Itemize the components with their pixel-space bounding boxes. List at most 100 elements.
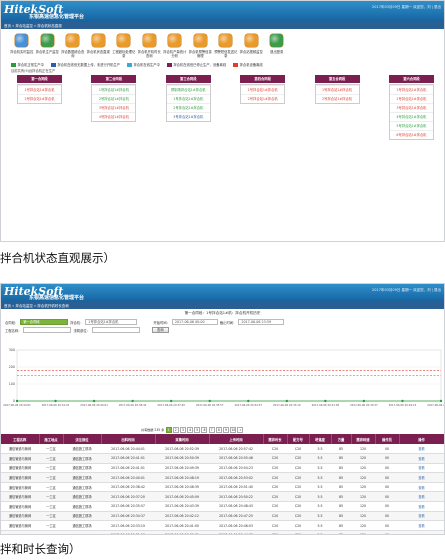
project-input[interactable] (23, 327, 72, 333)
mixer-item[interactable]: 1号拌合站1#拌合机 (315, 85, 359, 94)
page-button[interactable]: » (237, 427, 244, 433)
column-header[interactable]: 操作 (399, 434, 444, 444)
page-button[interactable]: 2 (172, 427, 179, 433)
column-header[interactable]: 配方号 (287, 434, 310, 444)
table-cell: 2017-06-06 20:39:39 (155, 530, 209, 534)
column-header[interactable]: 采集时间 (155, 434, 210, 444)
menu-item[interactable]: 拌合机开机时长查询 (137, 34, 163, 58)
table-row[interactable]: 通信管道与管网 一工区 通信施工现场 2017-06-06 20:33:19 2017-… (1, 520, 444, 531)
table-cell: 85 (331, 453, 351, 464)
query-button[interactable]: 查询 (151, 327, 169, 333)
mixer-item[interactable]: 1号拌合站1#拌合机 (92, 85, 136, 94)
column-header[interactable]: 搅拌转速 (351, 434, 376, 444)
page-button[interactable]: 3 (179, 427, 186, 433)
menu-item-label: 拌合机预警信息管理 (188, 50, 212, 58)
table-cell: 120 (351, 472, 375, 483)
table-row[interactable]: 通信管道与管网 一工区 通信施工现场 2017-06-06 20:41:01 2017-… (1, 453, 444, 464)
column-header[interactable]: 坍落度 (309, 434, 332, 444)
table-row[interactable]: 通信管道与管网一工区通信施工现场2017-06-06 20:31:562017-… (1, 530, 444, 534)
page-button[interactable]: 5 (194, 427, 201, 433)
mixer-item[interactable]: 2号拌合站1#拌合机 (166, 103, 210, 112)
menu-item[interactable]: 拌合机产量统计分析 (162, 34, 188, 58)
view-link[interactable]: 查看 (399, 472, 444, 483)
menu-item[interactable]: 工程超标处理记录 (111, 34, 137, 58)
view-link[interactable]: 查看 (399, 482, 444, 493)
breadcrumb-section[interactable]: 拌合站监控 (15, 24, 33, 28)
mixer-item[interactable]: 1号拌合站1#拌合机 (389, 85, 433, 94)
mixer-item[interactable]: 2号拌合站1#拌合机 (389, 94, 433, 103)
warning-icon (193, 34, 207, 47)
column-header[interactable]: 施工地点 (39, 434, 64, 444)
page-button[interactable]: 4 (187, 427, 194, 433)
user-info[interactable]: 2017年03月09日 星期一 欢迎您，刘 | 退出 (372, 5, 441, 10)
x-tick-label: 2017-06-06 20:30:37 (350, 403, 378, 407)
end-time-input[interactable]: 2017-06-06 23:59 (238, 319, 285, 325)
mixer-item[interactable]: 3号拌合站1#拌合机 (389, 103, 433, 112)
mixer-item[interactable]: 2号拌合站1#拌合机 (18, 94, 61, 103)
mixer-item[interactable]: 5号拌合站1#拌合机 (389, 121, 433, 130)
menu-item[interactable]: 拌合机生产监控 (35, 34, 61, 58)
mixer-item[interactable]: 1号拌合站1#拌合机 (18, 85, 61, 94)
page-button[interactable]: 7 (208, 427, 215, 433)
table-row[interactable]: 通信管道与管网 一工区 通信施工现场 2017-06-06 20:34:37 2017-… (1, 511, 444, 522)
breadcrumb-home[interactable]: 首页 (4, 304, 11, 308)
mixer-item[interactable]: 6号拌合站1#拌合机 (389, 130, 433, 139)
table-cell: C20 (263, 482, 287, 493)
page-button[interactable]: 10 (230, 427, 237, 433)
table-row[interactable]: 通信管道与管网 一工区 通信施工现场 2017-06-06 20:44:01 2017-… (1, 444, 444, 455)
mixer-item[interactable]: 1号拌合站1#拌合机 (241, 85, 285, 94)
table-row[interactable]: 通信管道与管网 一工区 通信施工现场 2017-06-06 20:37:20 2017-… (1, 491, 444, 503)
page-button[interactable]: 6 (201, 427, 208, 433)
menu-item[interactable]: 拌合站视频监控 (239, 34, 265, 58)
view-link[interactable]: 查看 (399, 491, 444, 503)
user-info[interactable]: 2017年03月09日 星期一 欢迎您，刘 | 退出 (372, 288, 441, 293)
view-link[interactable]: 查看 (399, 501, 444, 512)
section-select[interactable]: 第一合同段 (20, 319, 69, 325)
view-link[interactable]: 查看 (399, 453, 444, 464)
table-row[interactable]: 通信管道与管网 一工区 通信施工现场 2017-06-06 20:40:01 2017-… (1, 472, 444, 483)
table-row[interactable]: 通信管道与管网 一工区 通信施工现场 2017-06-06 20:41:01 2017-… (1, 463, 444, 474)
mixer-monitor-icon (15, 34, 29, 47)
mixer-item[interactable]: 4号拌合站1#拌合机 (389, 112, 433, 121)
column-header[interactable]: 上传时间 (209, 434, 264, 444)
table-cell: 2017-06-06 20:46:03 (209, 520, 263, 531)
table-row[interactable]: 通信管道与管网 一工区 通信施工现场 2017-06-06 20:35:57 2017-… (1, 501, 444, 512)
menu-item[interactable]: 退出登录 (264, 34, 290, 58)
mixer-item[interactable]: 预制场拌合站1#拌合机 (166, 85, 210, 94)
mixer-item[interactable]: 3号拌合站1#拌合机 (166, 112, 210, 121)
table-cell: 一工区 (39, 463, 63, 474)
view-link[interactable]: 查看 (399, 444, 444, 455)
breadcrumb-home[interactable]: 首页 (4, 24, 11, 28)
menu-item[interactable]: 预警短信发送记录 (213, 34, 239, 58)
menu-item[interactable]: 拌合机实时监控 (9, 34, 35, 58)
menu-item[interactable]: 拌合数据综合查询 (60, 34, 86, 58)
page-button[interactable]: 9 (223, 427, 230, 433)
page-button[interactable]: 1 (165, 427, 172, 433)
table-cell: C20 (263, 520, 287, 531)
column-header[interactable]: 工程名称 (1, 434, 40, 444)
column-header[interactable]: 搅拌时长 (263, 434, 288, 444)
y-tick-label: 300 (9, 348, 15, 352)
table-row[interactable]: 通信管道与管网 一工区 通信施工现场 2017-06-06 20:38:42 2017-… (1, 482, 444, 493)
column-header[interactable]: 出料时间 (101, 434, 156, 444)
view-link[interactable]: 查看 (399, 463, 444, 474)
column-header[interactable]: 方量 (331, 434, 352, 444)
station-select[interactable]: 1号拌合站1#拌合机 (85, 319, 138, 325)
view-link[interactable]: 查看 (399, 530, 444, 534)
menu-item[interactable]: 拌合机预警信息管理 (188, 34, 214, 58)
mixer-item[interactable]: 2号拌合站1#拌合机 (315, 94, 359, 103)
part-input[interactable] (91, 327, 140, 333)
mixer-item[interactable]: 4号拌合站1#拌合机 (92, 112, 136, 121)
start-time-input[interactable]: 2017-06-06 00:00 (171, 319, 218, 325)
mixer-item[interactable]: 2号拌合站1#拌合机 (241, 94, 285, 103)
view-link[interactable]: 查看 (399, 511, 444, 522)
menu-item[interactable]: 拌合机状态直观 (86, 34, 112, 58)
mixer-item[interactable]: 3号拌合站1#拌合机 (92, 103, 136, 112)
column-header[interactable]: 操作员 (375, 434, 400, 444)
page-button[interactable]: 8 (215, 427, 222, 433)
column-header[interactable]: 浇注部位 (63, 434, 102, 444)
mixer-item[interactable]: 1号拌合站1#拌合机 (166, 94, 210, 103)
view-link[interactable]: 查看 (399, 520, 444, 531)
breadcrumb-section[interactable]: 拌合站监控 (15, 304, 33, 308)
mixer-item[interactable]: 2号拌合站1#拌合机 (92, 94, 136, 103)
